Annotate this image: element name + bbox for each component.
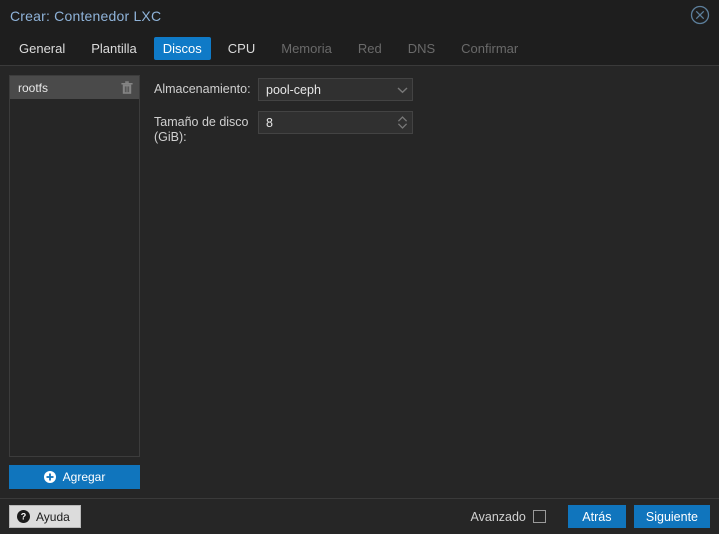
storage-select-value: pool-ceph	[259, 83, 392, 97]
next-button[interactable]: Siguiente	[634, 505, 710, 528]
tab-red: Red	[349, 37, 391, 60]
disk-size-stepper[interactable]: 8	[258, 111, 413, 134]
add-disk-button[interactable]: Agregar	[9, 465, 140, 489]
add-disk-button-label: Agregar	[63, 470, 106, 484]
tab-discos[interactable]: Discos	[154, 37, 211, 60]
next-button-label: Siguiente	[646, 510, 698, 524]
advanced-label: Avanzado	[471, 510, 526, 524]
storage-row: Almacenamiento: pool-ceph	[154, 78, 710, 101]
plus-circle-icon	[44, 471, 56, 483]
tab-dns: DNS	[399, 37, 444, 60]
tab-cpu[interactable]: CPU	[219, 37, 264, 60]
question-circle-icon: ?	[17, 510, 30, 523]
storage-select[interactable]: pool-ceph	[258, 78, 413, 101]
spinner-updown-icon[interactable]	[392, 115, 412, 130]
disk-list-column: rootfs	[9, 75, 140, 489]
dialog-footer: ? Ayuda Avanzado Atrás Siguiente	[0, 498, 719, 534]
list-item[interactable]: rootfs	[10, 76, 139, 99]
dialog-title: Crear: Contenedor LXC	[10, 8, 161, 24]
chevron-down-icon[interactable]	[392, 86, 412, 94]
tab-plantilla[interactable]: Plantilla	[82, 37, 146, 60]
tab-bar: General Plantilla Discos CPU Memoria Red…	[0, 31, 719, 66]
disk-size-row: Tamaño de disco (GiB): 8	[154, 111, 710, 145]
trash-icon[interactable]	[121, 81, 133, 95]
disk-size-value[interactable]: 8	[259, 116, 392, 130]
create-lxc-dialog: Crear: Contenedor LXC General Plantilla …	[0, 0, 719, 534]
tab-general[interactable]: General	[10, 37, 74, 60]
tab-memoria: Memoria	[272, 37, 341, 60]
disk-list-item-label: rootfs	[18, 81, 121, 95]
disk-form: Almacenamiento: pool-ceph Tamaño de disc…	[140, 75, 710, 489]
svg-text:?: ?	[21, 512, 27, 522]
tab-confirmar: Confirmar	[452, 37, 527, 60]
dialog-titlebar: Crear: Contenedor LXC	[0, 0, 719, 31]
disk-list: rootfs	[9, 75, 140, 457]
dialog-body: rootfs	[0, 66, 719, 498]
help-button[interactable]: ? Ayuda	[9, 505, 81, 528]
help-button-label: Ayuda	[36, 510, 70, 524]
advanced-checkbox[interactable]	[533, 510, 546, 523]
back-button-label: Atrás	[582, 510, 611, 524]
close-circle-icon[interactable]	[689, 4, 711, 26]
disk-size-label: Tamaño de disco (GiB):	[154, 111, 258, 145]
storage-label: Almacenamiento:	[154, 78, 258, 97]
back-button[interactable]: Atrás	[568, 505, 626, 528]
